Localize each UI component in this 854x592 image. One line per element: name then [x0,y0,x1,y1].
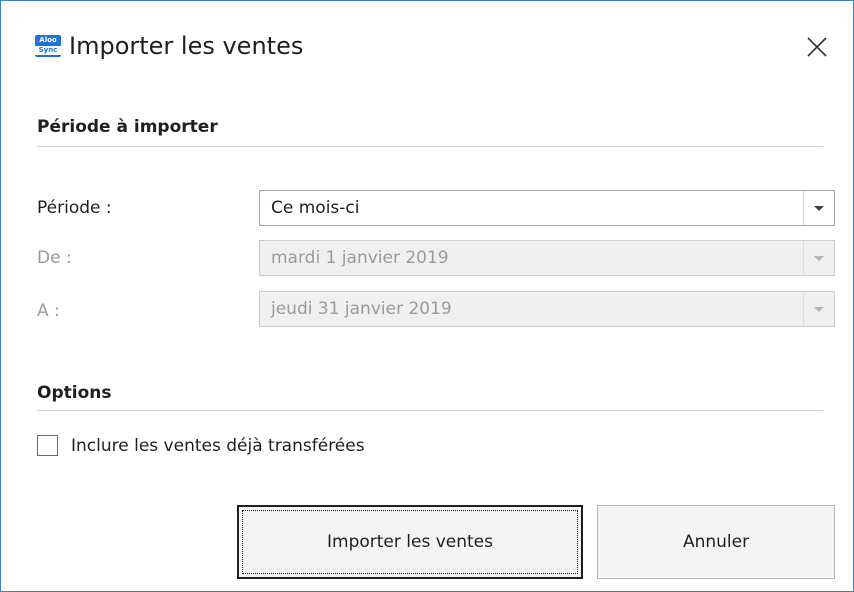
from-date-dropdown-button[interactable] [803,241,834,275]
options-section-divider [37,410,823,411]
period-label: Période : [37,198,112,218]
period-section-title: Période à importer [37,117,218,137]
options-section-title: Options [37,383,112,403]
period-section-divider [37,146,823,147]
period-select-value: Ce mois-ci [271,198,360,218]
from-date-picker[interactable]: mardi 1 janvier 2019 [259,240,835,276]
cancel-button[interactable]: Annuler [597,505,835,579]
import-sales-button[interactable]: Importer les ventes [237,505,583,579]
import-sales-dialog: Aloo Sync Importer les ventes Période à … [0,0,854,592]
dialog-title: Importer les ventes [69,32,304,60]
app-logo-top-text: Aloo [39,36,57,44]
to-date-picker[interactable]: jeudi 31 janvier 2019 [259,291,835,327]
include-transferred-checkbox[interactable] [37,435,58,456]
chevron-down-icon [814,206,824,211]
include-transferred-label[interactable]: Inclure les ventes déjà transférées [71,434,365,458]
chevron-down-icon [814,307,824,312]
app-logo-bottom-text: Sync [35,46,61,55]
cancel-button-label: Annuler [682,532,750,552]
close-button[interactable] [797,27,837,67]
from-date-label: De : [37,248,72,268]
from-date-value: mardi 1 janvier 2019 [271,248,449,268]
period-dropdown-button[interactable] [803,191,834,225]
close-icon [807,37,827,57]
to-date-label: A : [37,301,60,321]
app-logo-icon: Aloo Sync [35,35,61,57]
period-select[interactable]: Ce mois-ci [259,190,835,226]
title-bar: Aloo Sync Importer les ventes [1,1,853,91]
chevron-down-icon [814,256,824,261]
to-date-value: jeudi 31 janvier 2019 [271,299,452,319]
import-sales-button-label: Importer les ventes [327,532,493,552]
to-date-dropdown-button[interactable] [803,292,834,326]
